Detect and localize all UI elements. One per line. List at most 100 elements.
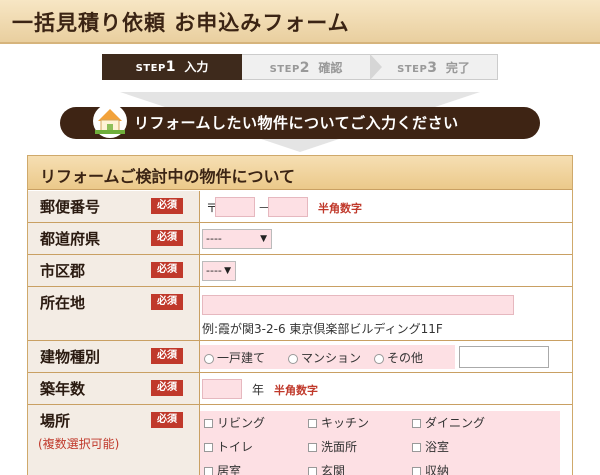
radio-mansion[interactable]: マンション [288, 349, 361, 366]
label-cell: 郵便番号 必須 [28, 191, 200, 222]
label-cell: 市区郡 必須 [28, 255, 200, 286]
property-form-section: リフォームご検討中の物件について 郵便番号 必須 〒 － 半角数字 都道府県 必… [27, 155, 573, 475]
checkbox-entrance-label: 玄関 [321, 464, 346, 475]
radio-other-label: その他 [387, 351, 424, 365]
label-cell: 築年数 必須 [28, 373, 200, 404]
address-field-area: 例:霞が関3-2-6 東京倶楽部ビルディング11F [200, 287, 572, 340]
checkbox-icon [204, 443, 213, 452]
checkbox-bathroom-label: 浴室 [425, 440, 450, 454]
checkbox-entrance[interactable]: 玄関 [308, 462, 345, 475]
checkbox-icon [412, 467, 421, 475]
checkbox-icon [308, 419, 317, 428]
prefecture-label: 都道府県 [40, 230, 101, 248]
building-age-label: 築年数 [40, 380, 86, 398]
required-badge: 必須 [151, 230, 183, 246]
building-type-field-area: 一戸建て マンション その他 [200, 341, 572, 372]
checkbox-toilet-label: トイレ [217, 440, 254, 454]
header-bar: 一括見積り依頼 お申込みフォーム [0, 0, 600, 44]
step-2: STEP2 確認 [242, 54, 382, 80]
place-sublabel: (複数選択可能) [38, 437, 120, 451]
checkbox-icon [204, 419, 213, 428]
address-label: 所在地 [40, 294, 86, 312]
building-type-label: 建物種別 [40, 348, 101, 366]
required-badge: 必須 [151, 348, 183, 364]
radio-mansion-label: マンション [301, 351, 362, 365]
step-2-number: 2 [299, 60, 311, 76]
step-1: STEP1 入力 [102, 54, 254, 80]
radio-detached[interactable]: 一戸建て [204, 349, 265, 366]
checkbox-icon [412, 419, 421, 428]
checkbox-dining-label: ダイニング [425, 416, 486, 430]
city-field-area: ---- ▼ [200, 255, 572, 286]
required-badge: 必須 [151, 198, 183, 214]
step-3-number: 3 [427, 60, 438, 76]
row-place: 場所 (複数選択可能) 必須 リビング キッチン ダイニング トイレ 洗面所 浴… [28, 405, 572, 475]
step-1-number: 1 [165, 59, 177, 75]
step-1-prefix: STEP [135, 63, 166, 74]
chevron-down-icon: ▼ [224, 266, 231, 276]
section-title: リフォームご検討中の物件について [40, 167, 296, 186]
step-3-label: 完了 [445, 61, 470, 75]
prefecture-selected: ---- [206, 232, 222, 245]
radio-icon [374, 353, 384, 364]
postal-note: 半角数字 [318, 202, 362, 215]
address-input[interactable] [202, 295, 514, 315]
postal-code-label: 郵便番号 [40, 198, 101, 216]
checkbox-kitchen-label: キッチン [321, 416, 370, 430]
label-cell: 所在地 必須 [28, 287, 200, 340]
step-indicator: STEP1 入力 STEP2 確認 STEP3 完了 [102, 54, 498, 80]
step-3-prefix: STEP [397, 64, 428, 75]
chevron-down-icon: ▼ [260, 234, 267, 244]
checkbox-living[interactable]: リビング [204, 414, 265, 431]
checkbox-storage-label: 収納 [425, 464, 450, 475]
radio-icon [204, 353, 214, 364]
checkbox-icon [412, 443, 421, 452]
checkbox-toilet[interactable]: トイレ [204, 438, 253, 455]
building-age-field-area: 年 半角数字 [200, 373, 572, 404]
checkbox-washroom[interactable]: 洗面所 [308, 438, 357, 455]
required-badge: 必須 [151, 294, 183, 310]
age-unit: 年 [252, 383, 265, 397]
row-address: 所在地 必須 例:霞が関3-2-6 東京倶楽部ビルディング11F [28, 287, 572, 341]
row-postal-code: 郵便番号 必須 〒 － 半角数字 [28, 191, 572, 223]
building-age-input[interactable] [202, 379, 242, 399]
checkbox-room[interactable]: 居室 [204, 462, 241, 475]
page-title: 一括見積り依頼 お申込みフォーム [12, 11, 350, 35]
required-badge: 必須 [151, 412, 183, 428]
checkbox-kitchen[interactable]: キッチン [308, 414, 369, 431]
required-badge: 必須 [151, 262, 183, 278]
row-building-type: 建物種別 必須 一戸建て マンション その他 [28, 341, 572, 373]
row-prefecture: 都道府県 必須 ---- ▼ [28, 223, 572, 255]
step-1-label: 入力 [184, 60, 209, 74]
checkbox-room-label: 居室 [217, 464, 242, 475]
checkbox-icon [308, 467, 317, 475]
postal-code-first-input[interactable] [215, 197, 255, 217]
checkbox-living-label: リビング [217, 416, 266, 430]
city-select[interactable]: ---- ▼ [202, 261, 236, 281]
place-label: 場所 [40, 412, 71, 430]
banner-text: リフォームしたい物件についてご入力ください [134, 114, 459, 132]
postal-code-second-input[interactable] [268, 197, 308, 217]
radio-icon [288, 353, 298, 364]
checkbox-bathroom[interactable]: 浴室 [412, 438, 449, 455]
checkbox-storage[interactable]: 収納 [412, 462, 449, 475]
radio-detached-label: 一戸建て [217, 351, 266, 365]
prefecture-select[interactable]: ---- ▼ [202, 229, 272, 249]
address-example: 例:霞が関3-2-6 東京倶楽部ビルディング11F [202, 322, 443, 336]
step-2-label: 確認 [318, 61, 343, 75]
checkbox-dining[interactable]: ダイニング [412, 414, 485, 431]
radio-other[interactable]: その他 [374, 349, 423, 366]
section-header: リフォームご検討中の物件について [28, 156, 572, 190]
house-icon [93, 104, 127, 138]
row-city: 市区郡 必須 ---- ▼ [28, 255, 572, 287]
label-cell: 都道府県 必須 [28, 223, 200, 254]
checkbox-icon [308, 443, 317, 452]
step-2-prefix: STEP [269, 64, 300, 75]
building-other-input[interactable] [459, 346, 549, 368]
prefecture-field-area: ---- ▼ [200, 223, 572, 254]
city-label: 市区郡 [40, 262, 86, 280]
checkbox-icon [204, 467, 213, 475]
label-cell: 場所 (複数選択可能) 必須 [28, 405, 200, 475]
checkbox-washroom-label: 洗面所 [321, 440, 358, 454]
city-selected: ---- [206, 264, 222, 277]
